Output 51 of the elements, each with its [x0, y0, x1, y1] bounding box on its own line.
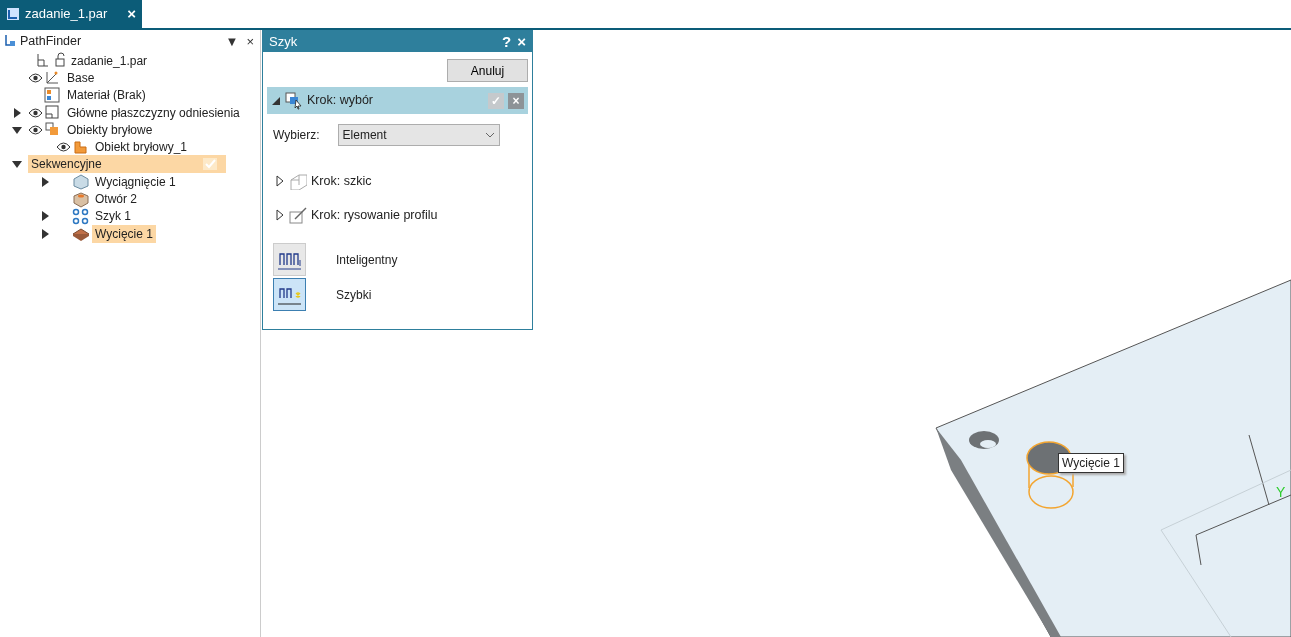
- document-tab[interactable]: zadanie_1.par ×: [0, 0, 142, 28]
- tree-item[interactable]: Obiekty bryłowe: [64, 120, 156, 139]
- sketch-icon: [289, 172, 307, 190]
- step-title: Krok: rysowanie profilu: [311, 206, 438, 224]
- dialog-title: Szyk: [269, 32, 298, 51]
- expander-icon[interactable]: [39, 175, 51, 188]
- mode-button[interactable]: [273, 278, 306, 311]
- chevron-icon: [484, 132, 495, 138]
- material-icon: [44, 86, 62, 104]
- field-label: Wybierz:: [273, 127, 320, 144]
- tree-item[interactable]: Materiał (Brak): [64, 86, 149, 105]
- panel-title: PathFinder: [20, 32, 82, 50]
- tree-item[interactable]: Wycięcie 1: [92, 224, 156, 243]
- hole-icon: [72, 190, 90, 208]
- expander-icon[interactable]: [275, 209, 285, 221]
- tree-item-label: Sekwencyjne: [31, 156, 102, 174]
- tree-item[interactable]: Wyciągnięcie 1: [92, 172, 179, 191]
- mode-label: Szybki: [336, 286, 372, 304]
- help-button[interactable]: ?: [502, 34, 512, 49]
- tooltip: Wycięcie 1: [1058, 453, 1124, 473]
- tree-item[interactable]: Otwór 2: [92, 190, 140, 209]
- step-title: Krok: szkic: [311, 172, 372, 190]
- pattern-icon: [72, 207, 90, 225]
- tree-item[interactable]: Obiekt bryłowy_1: [92, 138, 191, 157]
- selection-icon: [285, 91, 303, 110]
- mode-label: Inteligentny: [336, 251, 398, 269]
- cancel-button[interactable]: Anuluj: [447, 59, 528, 82]
- tree-item-row[interactable]: Sekwencyjne: [28, 155, 226, 174]
- close-button[interactable]: ×: [246, 34, 254, 48]
- tree-item[interactable]: Base: [64, 68, 98, 87]
- expander-icon[interactable]: [39, 210, 51, 223]
- pathfinder-icon: [4, 34, 16, 48]
- part-icon: [36, 52, 66, 70]
- step-title: Krok: wybór: [307, 92, 373, 110]
- close-button[interactable]: ×: [517, 34, 526, 49]
- close-button[interactable]: ×: [127, 2, 136, 26]
- part-icon: [6, 7, 20, 21]
- tree-item[interactable]: Główne płaszczyzny odniesienia: [64, 103, 243, 122]
- mode-button[interactable]: [273, 243, 306, 276]
- select-field[interactable]: Element: [337, 124, 500, 146]
- menu-button[interactable]: ▼: [225, 34, 239, 48]
- expander-icon[interactable]: [275, 175, 285, 187]
- tree-item[interactable]: Szyk 1: [92, 207, 134, 226]
- plane-icon: [44, 104, 62, 122]
- expander-icon[interactable]: [11, 106, 23, 119]
- profile-icon: [289, 206, 307, 224]
- check-icon: [203, 158, 217, 171]
- tab-title: zadanie_1.par: [25, 5, 108, 24]
- tree-item[interactable]: zadanie_1.par: [68, 51, 151, 70]
- expander-icon[interactable]: [39, 227, 51, 240]
- axis-label: Y: [1276, 483, 1286, 502]
